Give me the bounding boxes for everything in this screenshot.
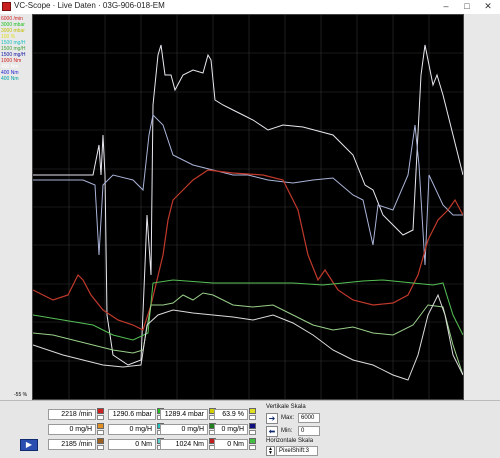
scope-traces [33,15,463,399]
min-label: Min: [281,428,293,434]
channel-value: 2218 /min [48,409,96,420]
channel-color-chip[interactable] [249,438,256,444]
horizontal-scale-title: Horizontale Skala [266,438,314,444]
trace-white [33,44,463,366]
channel-checkbox[interactable] [97,445,104,450]
max-input[interactable]: 6000 [298,413,320,423]
pixelshift-input[interactable]: PixelShift:3 [276,446,318,456]
channel-value: 1290.6 mbar [108,409,156,420]
title-bar: VC-Scope · Live Daten · 03G-906-018-EM –… [0,0,500,15]
scale-min-label: -55 % [14,392,28,398]
channel-color-chip[interactable] [97,438,104,444]
channel-value: 0 Nm [108,439,156,450]
app-icon [2,2,11,11]
arrow-left-icon[interactable]: ⬅ [266,426,278,437]
trace-steel [33,113,463,266]
channel-value: 63.9 % [214,409,248,420]
channel-value: 0 mg/H [108,424,156,435]
channel-color-chip[interactable] [249,423,256,429]
channel-value: 0 Nm [214,439,248,450]
trace-green [33,279,463,341]
channel-value: 1289.4 mbar [160,409,208,420]
min-input[interactable]: 0 [298,426,320,436]
pixelshift-spinner[interactable]: ▲ ▼ [266,446,275,456]
channel-checkbox[interactable] [249,430,256,435]
channel-checkbox[interactable] [249,445,256,450]
window-title: VC-Scope · Live Daten · 03G-906-018-EM [14,1,165,10]
trace-lightgreen [33,292,463,376]
play-button[interactable]: ▶ [20,439,38,451]
channel-checkbox[interactable] [97,430,104,435]
grid [33,15,463,399]
arrow-right-icon[interactable]: ➔ [266,413,278,424]
channel-checkbox[interactable] [97,415,104,420]
control-panel: ▶ 2218 /min 1290.6 mbar 1289.4 mbar 63.9… [0,400,500,458]
maximize-button[interactable]: □ [457,0,477,13]
channel-value: 0 mg/H [214,424,248,435]
channel-color-chip[interactable] [249,408,256,414]
channel-value: 1024 Nm [160,439,208,450]
scale-label: 400 Nm [1,76,19,82]
channel-value: 0 mg/H [48,424,96,435]
channel-value: 2185 /min [48,439,96,450]
scope-plot[interactable] [32,14,464,400]
max-label: Max: [281,415,295,421]
channel-color-chip[interactable] [97,423,104,429]
vertical-scale-title: Vertikale Skala [266,404,306,410]
channel-value: 0 mg/H [160,424,208,435]
channel-color-chip[interactable] [97,408,104,414]
close-button[interactable]: ✕ [478,0,498,13]
channel-checkbox[interactable] [249,415,256,420]
trace-white-lower [33,293,463,381]
minimize-button[interactable]: – [436,0,456,13]
right-panel [464,14,500,400]
